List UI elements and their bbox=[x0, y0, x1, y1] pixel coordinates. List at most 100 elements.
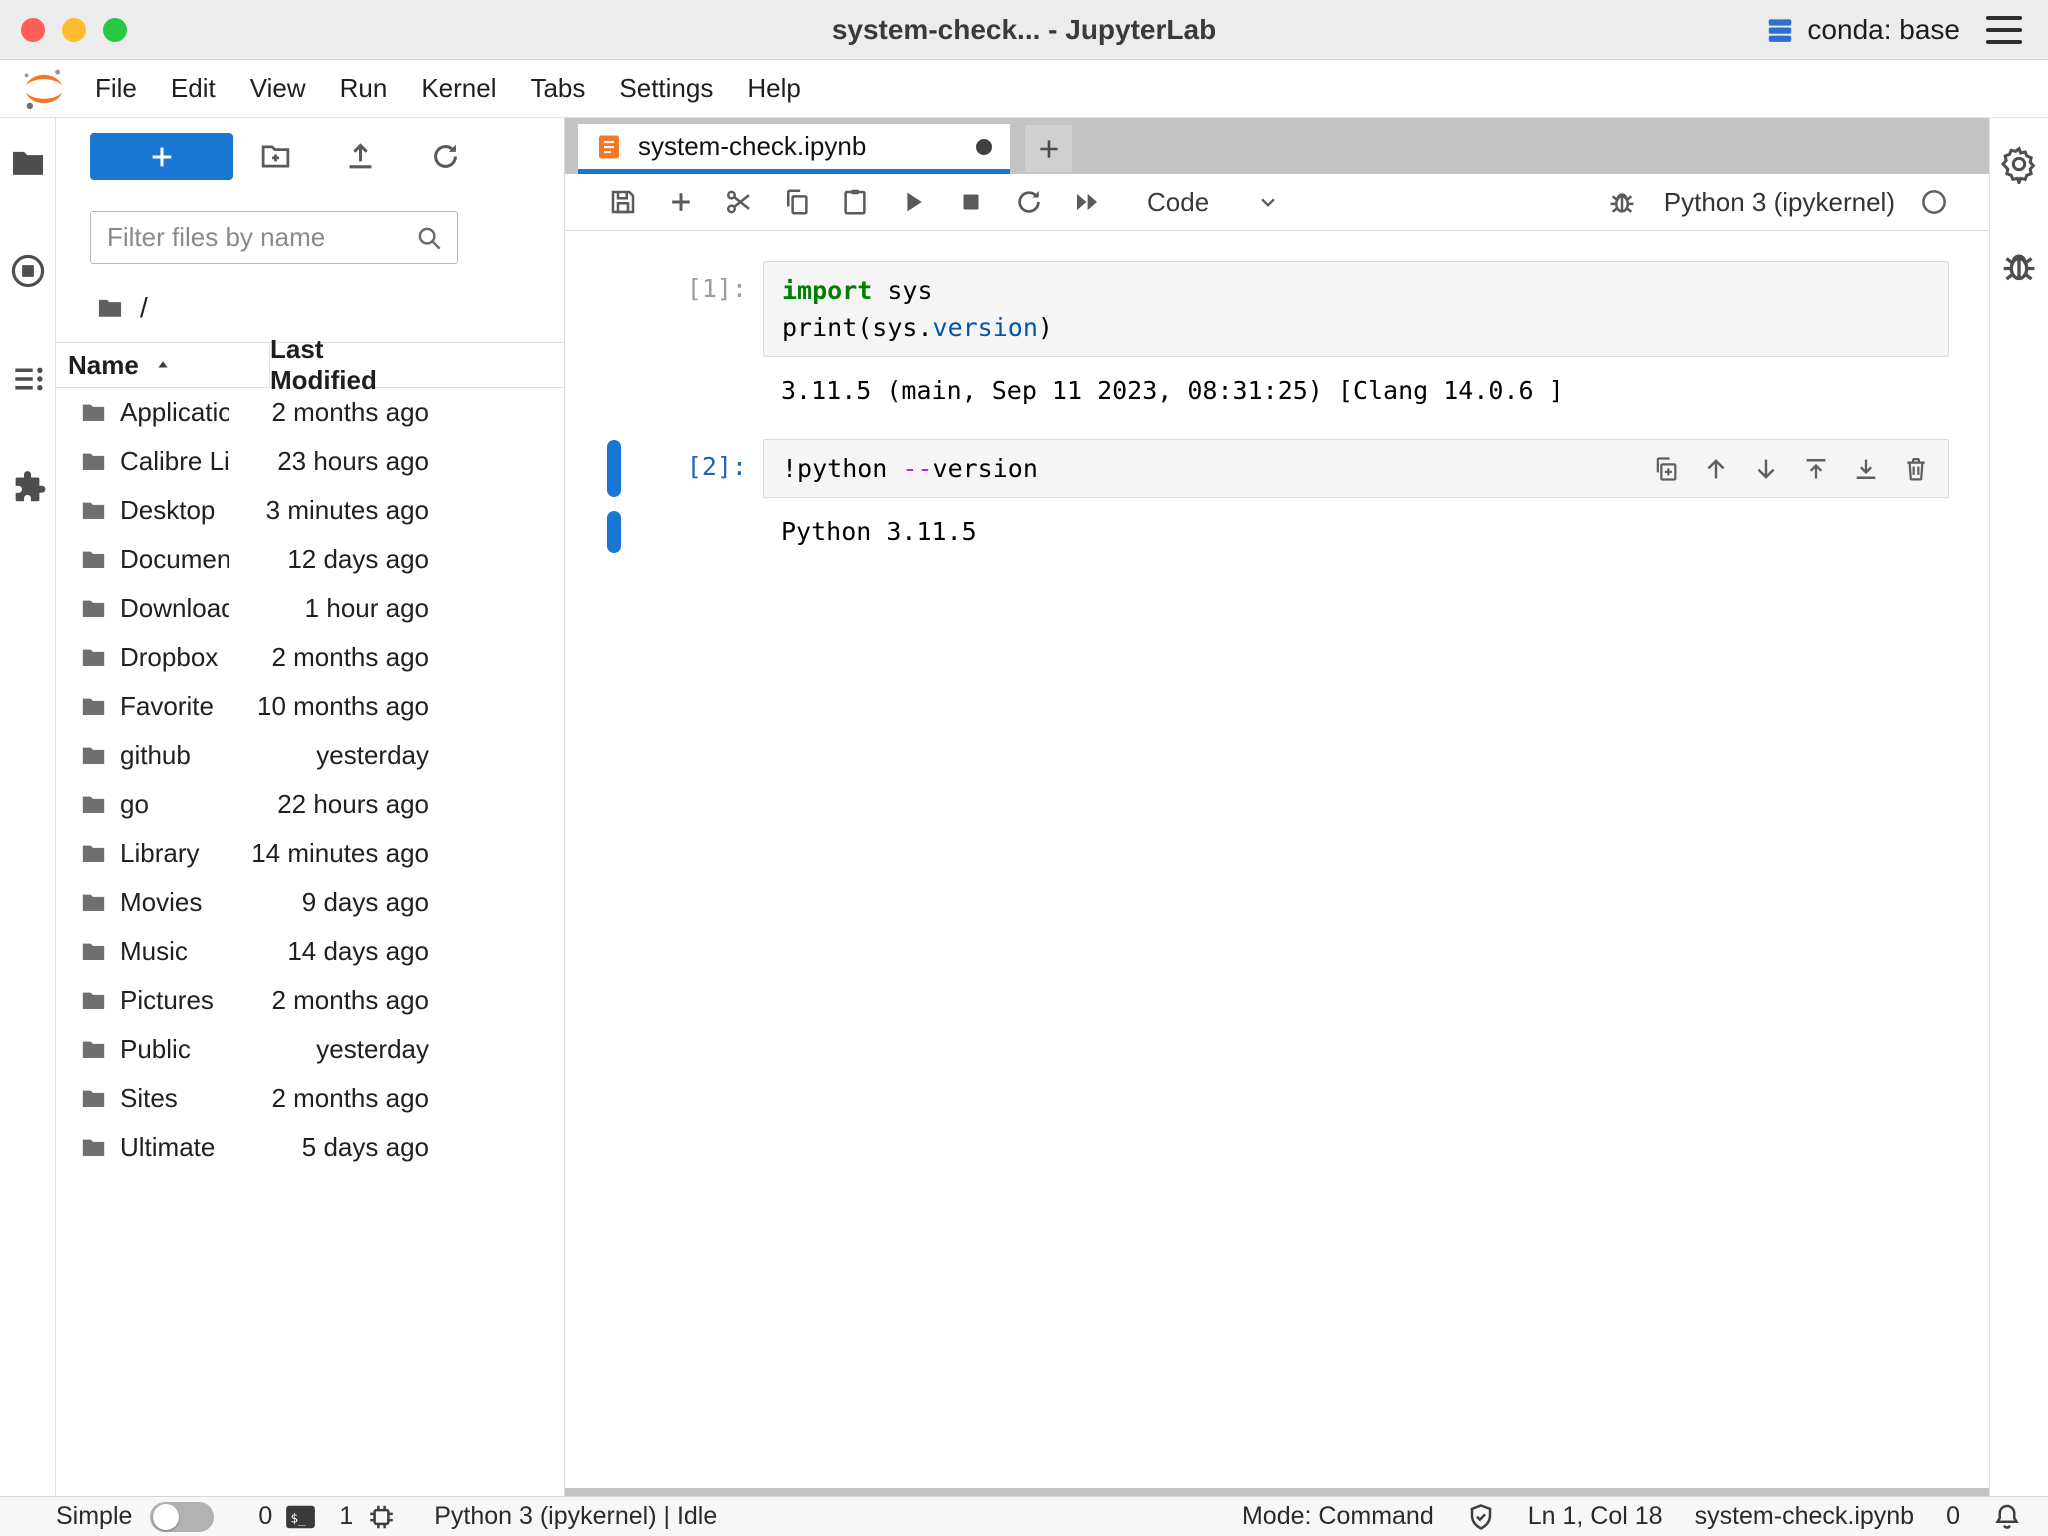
new-folder-button[interactable] bbox=[233, 133, 318, 180]
minimize-window-button[interactable] bbox=[62, 18, 86, 42]
interrupt-kernel-button[interactable] bbox=[953, 184, 989, 220]
insert-cell-button[interactable] bbox=[663, 184, 699, 220]
list-item[interactable]: go22 hours ago bbox=[56, 780, 564, 829]
list-item[interactable]: Library14 minutes ago bbox=[56, 829, 564, 878]
run-cell-button[interactable] bbox=[895, 184, 931, 220]
zoom-window-button[interactable] bbox=[103, 18, 127, 42]
cut-cells-button[interactable] bbox=[721, 184, 757, 220]
notebook-cell[interactable]: [2]:!python --versionPython 3.11.5 bbox=[565, 439, 1989, 554]
output-collapser[interactable] bbox=[607, 511, 621, 553]
list-item[interactable]: Movies9 days ago bbox=[56, 878, 564, 927]
add-tab-button[interactable] bbox=[1025, 125, 1072, 172]
list-item[interactable]: Sites2 months ago bbox=[56, 1074, 564, 1123]
save-button[interactable] bbox=[605, 184, 641, 220]
debugger-panel-tab[interactable] bbox=[1999, 246, 2039, 286]
file-filter bbox=[90, 211, 458, 264]
output-collapser[interactable] bbox=[607, 370, 621, 412]
list-item[interactable]: Favorite10 months ago bbox=[56, 682, 564, 731]
cell-output: 3.11.5 (main, Sep 11 2023, 08:31:25) [Cl… bbox=[763, 369, 1949, 413]
list-item[interactable]: Ultimate5 days ago bbox=[56, 1123, 564, 1172]
list-item[interactable]: Downloads1 hour ago bbox=[56, 584, 564, 633]
hamburger-menu-icon[interactable] bbox=[1986, 16, 2022, 44]
menu-item-edit[interactable]: Edit bbox=[154, 60, 233, 117]
window-controls bbox=[21, 18, 127, 42]
menu-item-run[interactable]: Run bbox=[323, 60, 405, 117]
copy-cells-button[interactable] bbox=[779, 184, 815, 220]
move-cell-up-button[interactable] bbox=[1696, 449, 1736, 489]
list-item[interactable]: Calibre Lib...23 hours ago bbox=[56, 437, 564, 486]
list-item[interactable]: Music14 days ago bbox=[56, 927, 564, 976]
breadcrumb-root[interactable]: / bbox=[140, 292, 148, 324]
simple-interface-toggle[interactable] bbox=[150, 1502, 214, 1532]
new-launcher-button[interactable] bbox=[90, 133, 233, 180]
cell-output: Python 3.11.5 bbox=[763, 510, 1949, 554]
file-modified: 23 hours ago bbox=[229, 446, 429, 477]
terminal-count[interactable]: 0 bbox=[258, 1504, 272, 1529]
file-name: Downloads bbox=[120, 593, 229, 624]
name-column-header[interactable]: Name bbox=[68, 343, 269, 387]
file-list: Applications2 months agoCalibre Lib...23… bbox=[56, 388, 564, 1496]
cursor-position-status[interactable]: Ln 1, Col 18 bbox=[1528, 1504, 1663, 1529]
dock-panel: system-check.ipynb bbox=[565, 118, 1989, 1496]
input-collapser[interactable] bbox=[607, 262, 621, 356]
menu-item-help[interactable]: Help bbox=[730, 60, 817, 117]
table-of-contents-tab[interactable] bbox=[9, 360, 47, 398]
close-window-button[interactable] bbox=[21, 18, 45, 42]
input-collapser[interactable] bbox=[607, 440, 621, 497]
list-item[interactable]: Pictures2 months ago bbox=[56, 976, 564, 1025]
bell-icon[interactable] bbox=[1992, 1502, 2022, 1532]
duplicate-cell-button[interactable] bbox=[1646, 449, 1686, 489]
list-item[interactable]: Desktop3 minutes ago bbox=[56, 486, 564, 535]
upload-files-button[interactable] bbox=[318, 133, 403, 180]
file-browser-tab[interactable] bbox=[9, 144, 47, 182]
kernel-name-button[interactable]: Python 3 (ipykernel) bbox=[1664, 187, 1895, 218]
status-bar-left: Simple 0 $_ 1 Python 3 (ipykernel) | Idl… bbox=[56, 1502, 717, 1532]
notification-count[interactable]: 0 bbox=[1946, 1504, 1960, 1529]
list-item[interactable]: githubyesterday bbox=[56, 731, 564, 780]
fast-forward-icon bbox=[1072, 187, 1102, 217]
kernel-count[interactable]: 1 bbox=[339, 1504, 353, 1529]
tab-system-check-ipynb[interactable]: system-check.ipynb bbox=[578, 124, 1010, 174]
menu-item-settings[interactable]: Settings bbox=[602, 60, 730, 117]
restart-kernel-button[interactable] bbox=[1011, 184, 1047, 220]
property-inspector-tab[interactable] bbox=[1999, 144, 2039, 184]
move-cell-down-button[interactable] bbox=[1746, 449, 1786, 489]
cell-toolbar bbox=[1646, 449, 1936, 489]
list-item[interactable]: Publicyesterday bbox=[56, 1025, 564, 1074]
file-name: Library bbox=[120, 838, 229, 869]
debugger-toggle-button[interactable] bbox=[1604, 184, 1640, 220]
delete-cell-button[interactable] bbox=[1896, 449, 1936, 489]
list-item[interactable]: Dropbox2 months ago bbox=[56, 633, 564, 682]
cell-type-dropdown[interactable]: Code bbox=[1147, 187, 1281, 218]
file-modified: 5 days ago bbox=[229, 1132, 429, 1163]
titlebar: system-check... - JupyterLab conda: base bbox=[0, 0, 2048, 60]
modified-column-header[interactable]: Last Modified bbox=[269, 343, 429, 387]
list-item[interactable]: Documents12 days ago bbox=[56, 535, 564, 584]
insert-cell-above-button[interactable] bbox=[1796, 449, 1836, 489]
cell-editor[interactable]: !python --version bbox=[763, 439, 1949, 498]
file-name: Dropbox bbox=[120, 642, 229, 673]
tab-dirty-close-indicator[interactable] bbox=[976, 139, 992, 155]
file-name: Documents bbox=[120, 544, 229, 575]
plus-icon bbox=[666, 187, 696, 217]
extension-manager-tab[interactable] bbox=[9, 468, 47, 506]
restart-run-all-button[interactable] bbox=[1069, 184, 1105, 220]
file-list-header: Name Last Modified bbox=[56, 342, 564, 388]
menu-item-kernel[interactable]: Kernel bbox=[404, 60, 513, 117]
refresh-file-list-button[interactable] bbox=[403, 133, 488, 180]
kernel-status-text[interactable]: Python 3 (ipykernel) | Idle bbox=[434, 1504, 717, 1529]
list-item[interactable]: Applications2 months ago bbox=[56, 388, 564, 437]
window-title: system-check... - JupyterLab bbox=[832, 14, 1216, 46]
home-folder-icon[interactable] bbox=[96, 294, 124, 322]
cell-editor[interactable]: import sysprint(sys.version) bbox=[763, 261, 1949, 357]
insert-cell-below-button[interactable] bbox=[1846, 449, 1886, 489]
menu-item-view[interactable]: View bbox=[233, 60, 323, 117]
menu-item-file[interactable]: File bbox=[78, 60, 154, 117]
folder-icon bbox=[80, 742, 107, 769]
command-mode-status[interactable]: Mode: Command bbox=[1242, 1504, 1434, 1529]
paste-cells-button[interactable] bbox=[837, 184, 873, 220]
menu-item-tabs[interactable]: Tabs bbox=[513, 60, 602, 117]
filter-files-input[interactable] bbox=[90, 211, 458, 264]
notebook-cell[interactable]: [1]:import sysprint(sys.version)3.11.5 (… bbox=[565, 261, 1989, 413]
running-sessions-tab[interactable] bbox=[9, 252, 47, 290]
